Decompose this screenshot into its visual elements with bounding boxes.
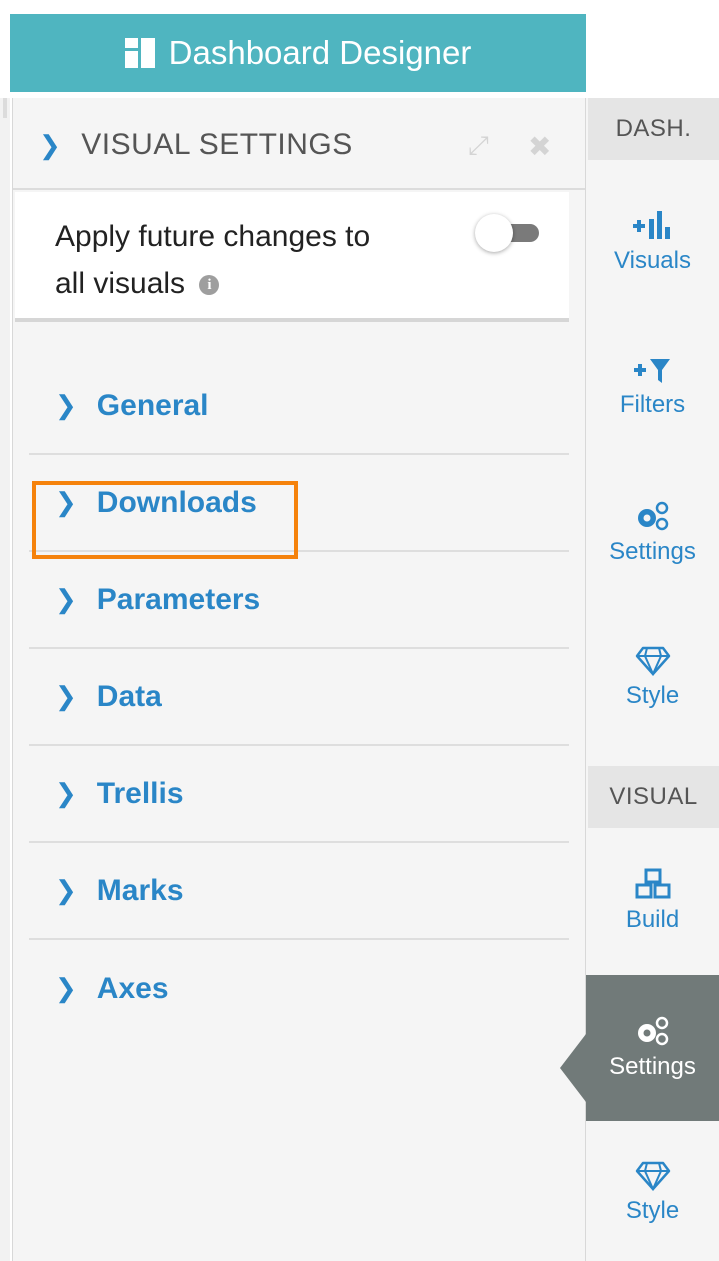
chevron-right-icon: ❯ xyxy=(55,778,77,808)
rail-item-label: Build xyxy=(625,906,680,933)
background-page-edge xyxy=(0,98,10,1261)
active-tab-pointer xyxy=(560,1034,586,1102)
section-label: Parameters xyxy=(96,582,261,616)
app-title: Dashboard Designer xyxy=(168,34,472,71)
section-data[interactable]: ❯ Data xyxy=(29,649,569,746)
section-parameters[interactable]: ❯ Parameters xyxy=(29,552,569,649)
rail-item-label: Style xyxy=(625,682,680,709)
section-axes[interactable]: ❯ Axes xyxy=(29,940,569,1037)
rail-item-visual-style[interactable]: Style xyxy=(586,1128,719,1258)
rail-item-visuals[interactable]: Visuals xyxy=(586,178,719,308)
section-label: Trellis xyxy=(96,776,184,810)
panel-title-label: VISUAL SETTINGS xyxy=(81,128,353,161)
section-trellis[interactable]: ❯ Trellis xyxy=(29,746,569,843)
apply-to-all-visuals-setting: Apply future changes to all visuals i xyxy=(15,192,569,322)
section-downloads[interactable]: ❯ Downloads xyxy=(29,455,569,552)
dashboard-designer-title-bar: Dashboard Designer xyxy=(10,14,586,92)
rail-item-label: Settings xyxy=(609,538,696,565)
apply-label-line2: all visuals xyxy=(55,266,186,300)
info-icon[interactable]: i xyxy=(199,274,220,295)
add-chart-icon xyxy=(632,211,673,241)
chevron-right-icon: ❯ xyxy=(55,973,77,1003)
right-side-rail: DASH. Visuals Filters Settings Style VIS… xyxy=(586,98,719,1261)
rail-item-filters[interactable]: Filters xyxy=(586,323,719,453)
diamond-icon xyxy=(635,1161,671,1191)
visual-settings-panel: ❯ VISUAL SETTINGS ⤢ ✖ Apply future chang… xyxy=(12,98,586,1261)
rail-item-dash-style[interactable]: Style xyxy=(586,613,719,743)
rail-item-label: Settings xyxy=(609,1053,696,1080)
rail-item-label: Filters xyxy=(619,391,686,418)
chevron-right-icon: ❯ xyxy=(55,584,77,614)
settings-sections-list: ❯ General ❯ Downloads ❯ Parameters ❯ Dat… xyxy=(29,358,569,1037)
cubes-icon xyxy=(635,868,671,900)
rail-item-visual-settings[interactable]: Settings xyxy=(586,975,719,1121)
panel-title[interactable]: ❯ VISUAL SETTINGS xyxy=(39,128,353,162)
expand-icon[interactable]: ⤢ xyxy=(468,130,489,162)
section-label: General xyxy=(96,388,209,422)
chevron-right-icon: ❯ xyxy=(55,390,77,420)
chevron-right-icon: ❯ xyxy=(55,681,77,711)
section-marks[interactable]: ❯ Marks xyxy=(29,843,569,940)
section-general[interactable]: ❯ General xyxy=(29,358,569,455)
apply-to-all-toggle[interactable] xyxy=(475,214,539,252)
chevron-right-icon: ❯ xyxy=(39,129,62,160)
dashboard-icon xyxy=(124,38,155,68)
diamond-icon xyxy=(635,646,671,676)
rail-item-label: Visuals xyxy=(614,247,691,274)
chevron-right-icon: ❯ xyxy=(55,875,77,905)
rail-header-dash: DASH. xyxy=(588,98,719,160)
apply-label-line1: Apply future changes to xyxy=(55,220,371,253)
panel-header: ❯ VISUAL SETTINGS ⤢ ✖ xyxy=(13,98,585,190)
toggle-knob xyxy=(475,214,513,252)
section-label: Downloads xyxy=(96,485,257,519)
apply-to-all-label: Apply future changes to all visuals i xyxy=(55,214,475,307)
add-filter-icon xyxy=(633,357,672,385)
chevron-right-icon: ❯ xyxy=(55,487,77,517)
section-label: Marks xyxy=(96,873,184,907)
rail-item-build[interactable]: Build xyxy=(586,836,719,966)
gears-icon xyxy=(635,500,671,532)
rail-item-label: Style xyxy=(625,1197,680,1224)
section-label: Data xyxy=(96,679,162,713)
gears-icon xyxy=(635,1015,671,1047)
rail-item-dash-settings[interactable]: Settings xyxy=(586,468,719,598)
section-label: Axes xyxy=(96,971,169,1005)
rail-header-visual: VISUAL xyxy=(588,766,719,828)
close-icon[interactable]: ✖ xyxy=(528,130,551,163)
